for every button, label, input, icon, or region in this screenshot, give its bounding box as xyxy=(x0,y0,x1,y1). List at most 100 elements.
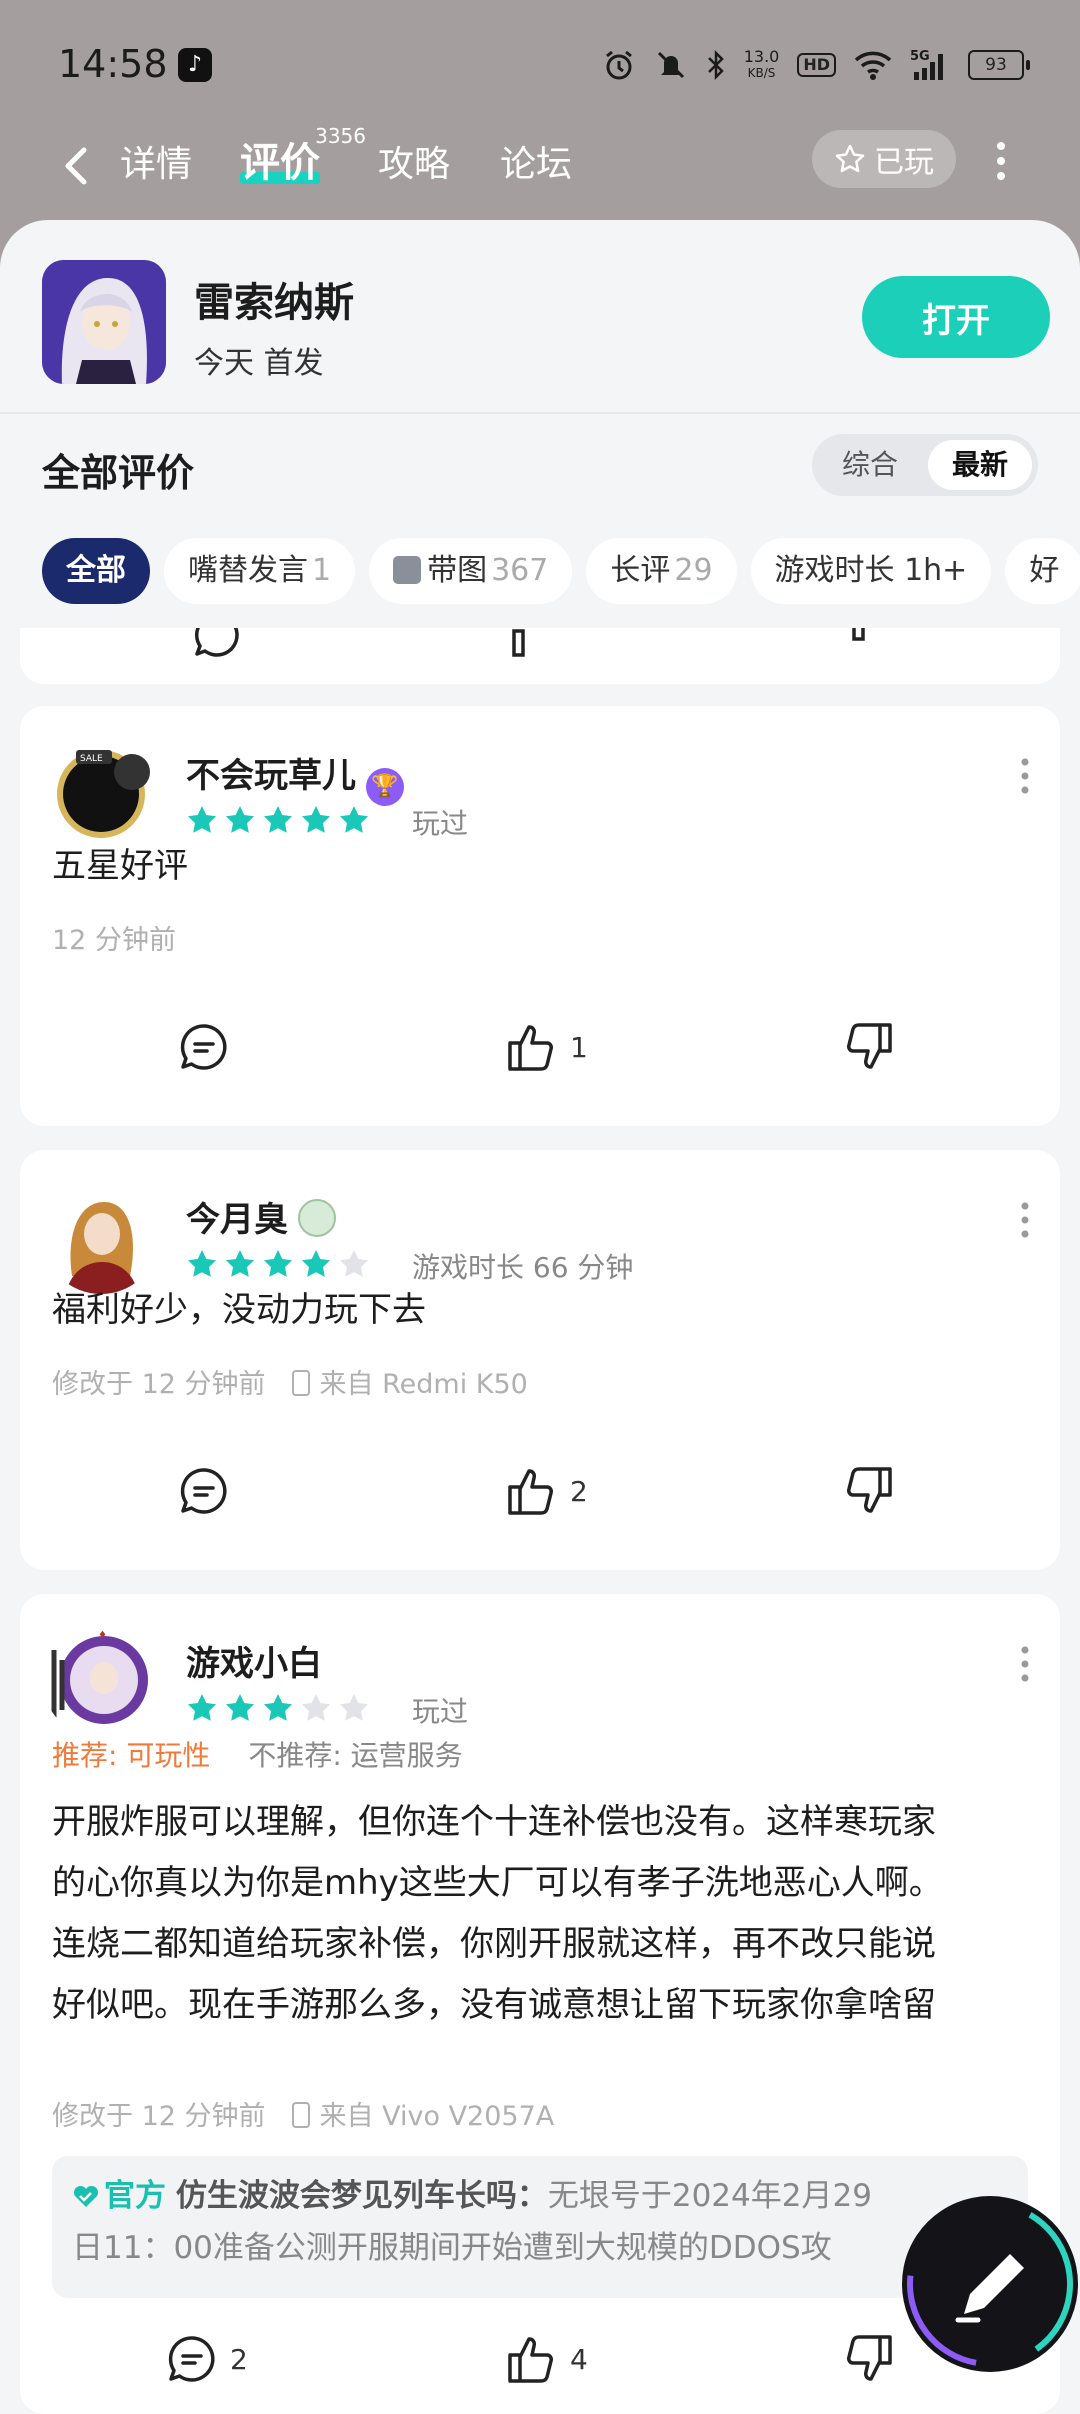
star-empty-icon xyxy=(302,1694,330,1721)
top-nav: 详情 评价 3356 攻略 论坛 已玩 xyxy=(0,120,1080,220)
filter-chip-good[interactable]: 好 xyxy=(1005,538,1080,604)
dislike-button[interactable] xyxy=(840,2324,896,2394)
thumbs-up-icon xyxy=(508,1025,553,1071)
comment-icon xyxy=(194,628,239,657)
sort-option-latest[interactable]: 最新 xyxy=(928,440,1032,490)
filter-chip-with-images[interactable]: 带图 367 xyxy=(369,538,573,604)
net-speed: 13.0 KB/S xyxy=(743,47,780,81)
official-author: 仿生波波会梦见列车长吗： xyxy=(175,2178,548,2214)
dislike-button[interactable] xyxy=(846,628,902,670)
pen-icon xyxy=(907,2201,1073,2367)
username[interactable]: 游戏小白 xyxy=(186,1636,322,1685)
like-button[interactable] xyxy=(506,628,562,670)
filter-chip-spokesperson[interactable]: 嘴替发言 1 xyxy=(164,538,356,604)
avatar[interactable] xyxy=(42,1176,160,1294)
review-more-icon[interactable] xyxy=(1020,1644,1030,1684)
username[interactable]: 不会玩草儿 🏆 xyxy=(186,748,404,806)
status-icons: 13.0 KB/S HD 5G 93 xyxy=(602,46,1030,84)
thumbs-down-icon xyxy=(852,628,865,641)
official-reply-text-2: 日11：00准备公测开服期间开始遭到大规模的DDOS攻 xyxy=(72,2230,832,2266)
recommend-tag: 推荐: 可玩性 xyxy=(52,1739,211,1772)
star-filled-icon xyxy=(188,806,216,833)
sort-option-comprehensive[interactable]: 综合 xyxy=(818,440,922,490)
review-more-icon[interactable] xyxy=(1020,1200,1030,1240)
review-more-icon[interactable] xyxy=(1020,756,1030,796)
comment-icon xyxy=(180,1024,227,1070)
like-button[interactable]: 1 xyxy=(504,1012,588,1082)
dislike-button[interactable] xyxy=(840,1456,896,1526)
app-release-info: 今天 首发 xyxy=(194,346,324,381)
comment-button[interactable] xyxy=(176,1456,232,1526)
avatar[interactable]: SALE xyxy=(42,732,160,850)
played-button[interactable]: 已玩 xyxy=(812,130,956,188)
star-filled-icon xyxy=(188,1694,216,1721)
more-options-icon[interactable] xyxy=(986,136,1016,186)
trophy-badge-icon: 🏆 xyxy=(366,768,404,806)
thumbs-up-icon xyxy=(512,629,525,657)
tab-reviews-label: 评价 xyxy=(240,140,320,186)
official-reply-text-1: 无垠号于2024年2月29 xyxy=(547,2178,872,2214)
tiktok-notification-icon: ♪ xyxy=(178,48,212,82)
signal-icon: 5G xyxy=(910,49,943,80)
like-count: 1 xyxy=(570,1030,588,1064)
like-button[interactable]: 4 xyxy=(504,2324,588,2394)
back-arrow-icon[interactable] xyxy=(50,136,110,196)
review-time: 12 分钟前 xyxy=(52,925,176,956)
not-recommend-tag: 不推荐: 运营服务 xyxy=(248,1739,463,1772)
svg-text:5G: 5G xyxy=(910,49,930,64)
app-icon xyxy=(42,260,166,384)
rating-stars xyxy=(186,1248,370,1280)
star-filled-icon xyxy=(226,1250,254,1277)
star-filled-icon xyxy=(188,1250,216,1277)
clock: 14:58 xyxy=(58,42,168,86)
star-empty-icon xyxy=(340,1250,368,1277)
official-reply[interactable]: 官方 仿生波波会梦见列车长吗：无垠号于2024年2月29 日11：00准备公测开… xyxy=(52,2156,1028,2298)
star-filled-icon xyxy=(264,1250,292,1277)
review-text[interactable]: 五星好评 xyxy=(52,836,188,897)
tab-guides[interactable]: 攻略 xyxy=(378,135,450,187)
like-count: 4 xyxy=(570,2342,588,2376)
review-time: 修改于 12 分钟前 来自 Redmi K50 xyxy=(52,1369,528,1400)
battery-indicator: 93 xyxy=(968,50,1030,80)
comment-icon xyxy=(168,2336,215,2382)
review-card: SALE 不会玩草儿 🏆 玩过 五星好评 12 分钟前 1 xyxy=(20,706,1060,1126)
avatar[interactable]: ♦ xyxy=(42,1620,160,1738)
write-review-button[interactable] xyxy=(902,2196,1078,2372)
tab-forum[interactable]: 论坛 xyxy=(500,135,572,187)
official-tag: 官方 xyxy=(72,2178,166,2214)
app-header: 雷索纳斯 今天 首发 打开 xyxy=(0,220,1080,414)
device-info: 来自 Redmi K50 xyxy=(291,1369,528,1400)
tab-reviews[interactable]: 评价 3356 xyxy=(240,124,366,188)
dislike-button[interactable] xyxy=(840,1012,896,1082)
filter-chip-all[interactable]: 全部 xyxy=(42,538,150,604)
device-info: 来自 Vivo V2057A xyxy=(291,2101,554,2132)
comment-button[interactable] xyxy=(190,628,244,670)
rating-stars xyxy=(186,1692,370,1724)
sort-toggle: 综合 最新 xyxy=(812,434,1038,496)
comment-button[interactable]: 2 xyxy=(164,2324,248,2394)
thumbs-up-icon xyxy=(508,1469,553,1515)
comment-button[interactable] xyxy=(176,1012,232,1082)
tab-details[interactable]: 详情 xyxy=(120,135,192,187)
username[interactable]: 今月臭 xyxy=(186,1192,336,1241)
wifi-icon xyxy=(854,51,892,80)
star-filled-icon xyxy=(264,1694,292,1721)
rating-stars xyxy=(186,804,370,836)
star-filled-icon xyxy=(264,806,292,833)
mute-icon xyxy=(657,51,684,79)
app-name: 雷索纳斯 xyxy=(194,280,354,326)
phone-icon xyxy=(291,1370,310,1396)
svg-text:♦: ♦ xyxy=(98,1630,107,1641)
filter-chip-long-review[interactable]: 长评 29 xyxy=(586,538,737,604)
verified-heart-icon xyxy=(73,2185,99,2207)
star-empty-icon xyxy=(340,1694,368,1721)
comment-count: 2 xyxy=(230,2342,248,2376)
review-text[interactable]: 开服炸服可以理解，但你连个十连补偿也没有。这样寒玩家 的心你真以为你是mhy这些… xyxy=(52,1792,1042,2036)
open-app-button[interactable]: 打开 xyxy=(862,276,1050,358)
filter-chip-playtime[interactable]: 游戏时长 1h+ xyxy=(750,538,992,604)
play-status: 玩过 xyxy=(412,1695,469,1728)
review-text[interactable]: 福利好少，没动力玩下去 xyxy=(52,1280,426,1341)
review-time: 修改于 12 分钟前 来自 Vivo V2057A xyxy=(52,2101,555,2132)
image-icon xyxy=(393,556,422,584)
like-button[interactable]: 2 xyxy=(504,1456,588,1526)
